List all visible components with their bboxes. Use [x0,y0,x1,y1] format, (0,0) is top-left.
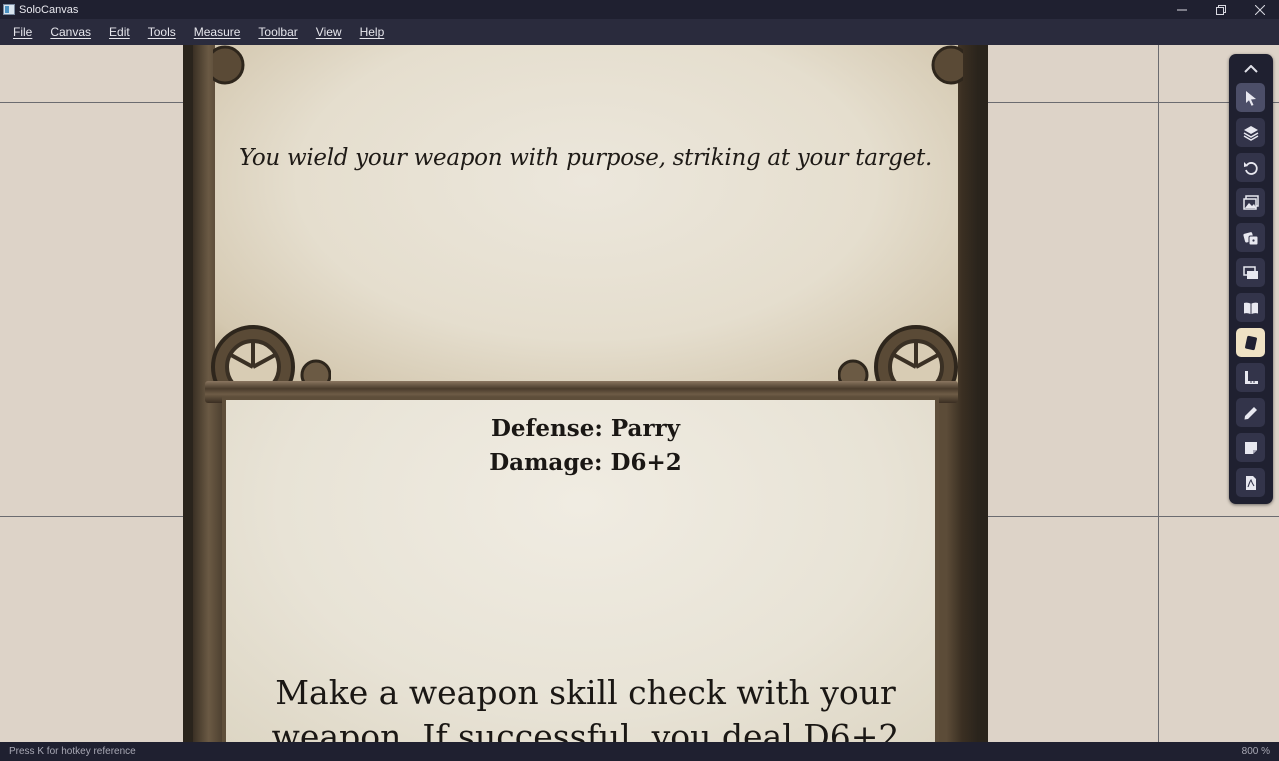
restore-button[interactable] [1201,0,1240,19]
status-bar: Press K for hotkey reference 800 % [0,742,1279,761]
canvas-area[interactable]: You wield your weapon with purpose, stri… [0,45,1279,742]
menu-file[interactable]: File [4,25,41,39]
tool-undo[interactable] [1236,153,1265,182]
title-bar: SoloCanvas [0,0,1279,19]
card-rules-text: Make a weapon skill check with your weap… [271,673,900,742]
game-card[interactable]: You wield your weapon with purpose, stri… [183,45,988,742]
gear-ornament-top-left [213,45,245,85]
dice-icon [1242,231,1258,245]
restore-icon [1215,4,1226,15]
ruler-icon [1244,370,1258,384]
tool-card-stack[interactable] [1236,258,1265,287]
app-icon [3,4,15,15]
sticky-note-icon [1244,441,1257,454]
menu-view[interactable]: View [307,25,351,39]
tool-layers[interactable] [1236,118,1265,147]
menu-help[interactable]: Help [351,25,394,39]
window-title: SoloCanvas [19,3,79,16]
tool-select[interactable] [1236,83,1265,112]
gear-ornament-right [838,325,958,395]
pdf-icon [1245,475,1256,490]
menu-canvas[interactable]: Canvas [41,25,100,39]
tool-image[interactable] [1236,188,1265,217]
tool-ruler[interactable] [1236,363,1265,392]
tool-palette [1229,54,1273,504]
cards-stack-icon [1242,265,1258,279]
close-icon [1254,4,1265,15]
gear-ornament-top-right [931,45,963,85]
tool-sticky-note[interactable] [1236,433,1265,462]
chevron-up-icon [1244,65,1258,73]
status-hint: Press K for hotkey reference [9,746,136,757]
image-icon [1242,194,1259,210]
toolbar-collapse-button[interactable] [1236,58,1266,80]
minimize-icon [1176,9,1187,10]
menu-edit[interactable]: Edit [100,25,139,39]
menu-tools[interactable]: Tools [139,25,185,39]
card-icon [1244,335,1257,350]
grid-line [1158,45,1159,742]
tool-pencil[interactable] [1236,398,1265,427]
pointer-icon [1245,90,1256,106]
tool-pdf[interactable] [1236,468,1265,497]
close-button[interactable] [1240,0,1279,19]
minimize-button[interactable] [1162,0,1201,19]
layers-icon [1243,125,1258,141]
window-controls [1162,0,1279,19]
card-defense: Defense: Parry [490,415,681,442]
zoom-level[interactable]: 800 % [1242,746,1270,757]
tool-card[interactable] [1236,328,1265,357]
tool-dice[interactable] [1236,223,1265,252]
undo-icon [1243,161,1258,175]
menu-toolbar[interactable]: Toolbar [249,25,306,39]
book-icon [1243,302,1258,314]
menu-bar: File Canvas Edit Tools Measure Toolbar V… [0,19,1279,45]
menu-measure[interactable]: Measure [185,25,250,39]
card-flavor-text: You wield your weapon with purpose, stri… [238,145,932,171]
gear-ornament-left [211,325,331,395]
card-damage: Damage: D6+2 [489,449,682,476]
tool-book[interactable] [1236,293,1265,322]
pencil-icon [1244,406,1257,419]
